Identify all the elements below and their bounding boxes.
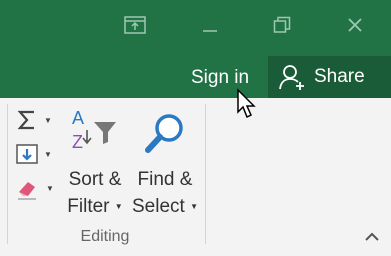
chevron-up-icon bbox=[365, 232, 379, 241]
sort-filter-button[interactable]: A Z Sort & Filter ▼ bbox=[60, 108, 130, 224]
fill-down-icon bbox=[16, 144, 38, 164]
fill-button[interactable]: ▼ bbox=[16, 140, 52, 168]
svg-text:Z: Z bbox=[72, 132, 83, 152]
find-select-button[interactable]: Find & Select ▼ bbox=[130, 108, 200, 224]
find-select-label-line1: Find & bbox=[137, 169, 193, 190]
sort-az-filter-icon: A Z bbox=[72, 108, 116, 152]
autosum-button[interactable]: ▼ bbox=[16, 106, 52, 134]
share-button[interactable]: Share bbox=[268, 56, 391, 98]
close-button[interactable] bbox=[340, 10, 370, 40]
title-bar bbox=[0, 0, 391, 54]
magnifier-icon bbox=[145, 114, 183, 153]
chevron-down-icon[interactable]: ▼ bbox=[46, 184, 54, 193]
restore-down-icon bbox=[273, 16, 291, 33]
mouse-pointer-icon bbox=[237, 88, 256, 119]
person-add-icon bbox=[279, 65, 304, 90]
share-label: Share bbox=[314, 66, 365, 87]
chevron-down-icon[interactable]: ▼ bbox=[44, 116, 52, 125]
sort-filter-label-line2: Filter ▼ bbox=[60, 194, 130, 220]
close-icon bbox=[348, 18, 362, 32]
chevron-down-icon: ▼ bbox=[190, 202, 198, 211]
svg-text:A: A bbox=[72, 108, 84, 128]
find-select-label-line2: Select ▼ bbox=[130, 194, 200, 220]
collapse-ribbon-button[interactable] bbox=[360, 225, 384, 249]
sort-filter-label-line1: Sort & bbox=[68, 169, 122, 190]
eraser-icon bbox=[18, 182, 36, 200]
group-divider-left bbox=[7, 104, 8, 244]
clear-button[interactable]: ▼ bbox=[16, 174, 54, 202]
chevron-down-icon: ▼ bbox=[114, 202, 123, 211]
minimize-icon bbox=[203, 30, 217, 32]
autosum-sigma-icon bbox=[17, 110, 34, 130]
find-select-label: Select bbox=[131, 196, 185, 218]
ribbon-display-options-icon bbox=[124, 16, 146, 34]
ribbon-display-options-button[interactable] bbox=[120, 10, 150, 40]
restore-down-button[interactable] bbox=[267, 10, 297, 40]
minimize-button[interactable] bbox=[195, 10, 225, 40]
group-divider-right bbox=[205, 104, 206, 244]
sort-filter-label: Filter bbox=[67, 196, 110, 218]
chevron-down-icon[interactable]: ▼ bbox=[44, 150, 52, 159]
editing-group-label: Editing bbox=[80, 228, 130, 245]
